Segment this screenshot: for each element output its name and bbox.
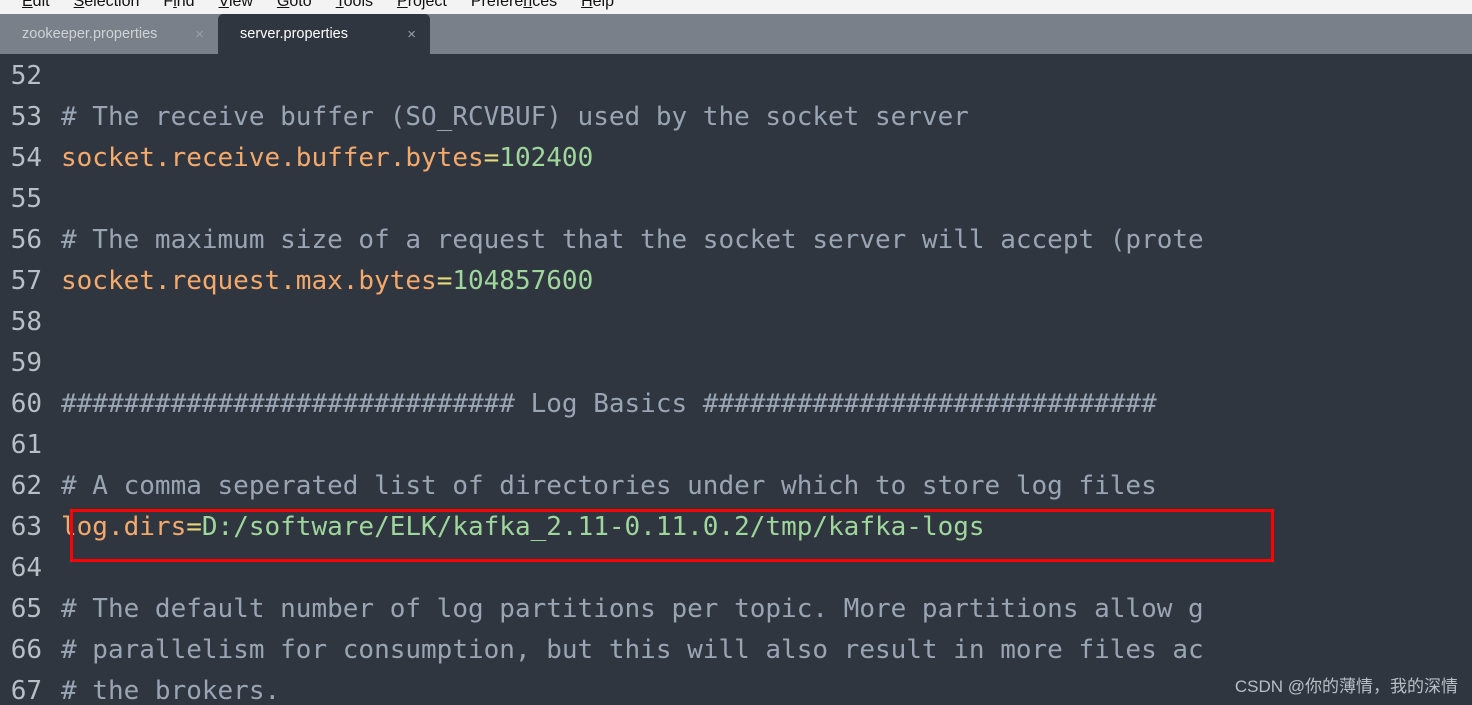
code-lines-container[interactable]: 52 53 # The receive buffer (SO_RCVBUF) use… — [0, 56, 1472, 705]
line-number: 52 — [10, 61, 42, 91]
code-line-text[interactable] — [48, 179, 1472, 220]
menu-item-preferences[interactable]: Preferences — [459, 0, 569, 14]
line-number: 60 — [10, 389, 42, 419]
code-comment: # parallelism for consumption, but this … — [61, 635, 1204, 665]
line-number: 56 — [10, 225, 42, 255]
code-line-text[interactable]: # The default number of log partitions p… — [48, 589, 1472, 630]
menu-item-tools[interactable]: Tools — [324, 0, 385, 14]
watermark-text: CSDN @你的薄情，我的深情 — [1234, 677, 1458, 696]
menu-item-edit[interactable]: Edit — [10, 0, 62, 14]
menu-bar-items: Edit Selection Find View Goto Tools Project Pre… — [0, 0, 626, 14]
line-number: 53 — [10, 102, 42, 132]
code-line-55[interactable]: 55 — [0, 179, 1472, 220]
code-line-text[interactable] — [48, 425, 1472, 466]
code-line-54[interactable]: 54 socket.receive.buffer.bytes=102400 — [0, 138, 1472, 179]
code-comment: # The maximum size of a request that the… — [61, 225, 1204, 255]
menu-item-goto[interactable]: Goto — [265, 0, 324, 14]
menu-item-view[interactable]: View — [207, 0, 265, 14]
code-editor[interactable]: 52 53 # The receive buffer (SO_RCVBUF) use… — [0, 54, 1472, 705]
tab-close-icon[interactable]: × — [195, 27, 204, 42]
code-line-60[interactable]: 60 ############################# Log Basi… — [0, 384, 1472, 425]
menu-item-help[interactable]: Help — [569, 0, 626, 14]
code-comment: # The default number of log partitions p… — [61, 594, 1204, 624]
line-number: 61 — [10, 430, 42, 460]
code-property-key: socket.request.max.bytes — [61, 266, 437, 296]
code-property-key: socket.receive.buffer.bytes — [61, 143, 484, 173]
line-number: 65 — [10, 594, 42, 624]
menu-bar: Edit Selection Find View Goto Tools Project Pre… — [0, 0, 1472, 14]
menu-item-project[interactable]: Project — [385, 0, 459, 14]
tab-server-properties[interactable]: server.properties × — [218, 14, 430, 54]
code-line-text[interactable]: socket.receive.buffer.bytes=102400 — [48, 138, 1472, 179]
code-comment: # A comma seperated list of directories … — [61, 471, 1157, 501]
code-comment: # the brokers. — [61, 676, 281, 705]
code-line-61[interactable]: 61 — [0, 425, 1472, 466]
code-equals-sign: = — [186, 512, 202, 542]
code-line-text[interactable]: socket.request.max.bytes=104857600 — [48, 261, 1472, 302]
tab-zookeeper-properties[interactable]: zookeeper.properties × — [0, 14, 218, 54]
line-number: 64 — [10, 553, 42, 583]
code-line-62[interactable]: 62 # A comma seperated list of directorie… — [0, 466, 1472, 507]
code-property-value: 102400 — [499, 143, 594, 173]
code-line-59[interactable]: 59 — [0, 343, 1472, 384]
line-number: 67 — [10, 676, 42, 705]
code-line-63[interactable]: 63 log.dirs=D:/software/ELK/kafka_2.11-0.… — [0, 507, 1472, 548]
code-equals-sign: = — [483, 143, 500, 173]
code-line-text[interactable]: # The maximum size of a request that the… — [48, 220, 1472, 261]
tab-bar: zookeeper.properties × server.properties… — [0, 14, 1472, 54]
code-line-text[interactable]: ############################# Log Basics… — [48, 384, 1472, 425]
menu-item-selection[interactable]: Selection — [62, 0, 152, 14]
code-line-56[interactable]: 56 # The maximum size of a request that t… — [0, 220, 1472, 261]
code-line-58[interactable]: 58 — [0, 302, 1472, 343]
tab-label: server.properties — [240, 26, 348, 42]
line-number: 54 — [10, 143, 42, 173]
code-line-text[interactable]: # parallelism for consumption, but this … — [48, 630, 1472, 671]
code-line-text[interactable]: log.dirs=D:/software/ELK/kafka_2.11-0.11… — [48, 507, 1472, 548]
code-property-key: log.dirs — [61, 512, 187, 542]
line-number: 63 — [10, 512, 42, 542]
code-line-text[interactable] — [48, 548, 1472, 589]
line-number: 55 — [10, 184, 42, 214]
line-number: 57 — [10, 266, 42, 296]
code-line-text[interactable] — [48, 343, 1472, 384]
tab-close-icon[interactable]: × — [407, 27, 416, 42]
code-line-52[interactable]: 52 — [0, 56, 1472, 97]
code-comment: ############################# Log Basics… — [61, 389, 1157, 419]
line-number: 62 — [10, 471, 42, 501]
line-number: 59 — [10, 348, 42, 378]
code-line-text[interactable]: # The receive buffer (SO_RCVBUF) used by… — [48, 97, 1472, 138]
code-line-text[interactable] — [48, 302, 1472, 343]
code-line-53[interactable]: 53 # The receive buffer (SO_RCVBUF) used … — [0, 97, 1472, 138]
line-number: 58 — [10, 307, 42, 337]
code-equals-sign: = — [436, 266, 453, 296]
code-line-65[interactable]: 65 # The default number of log partitions… — [0, 589, 1472, 630]
code-line-text[interactable] — [48, 56, 1472, 97]
code-line-57[interactable]: 57 socket.request.max.bytes=104857600 — [0, 261, 1472, 302]
code-property-value: 104857600 — [452, 266, 594, 296]
menu-item-find[interactable]: Find — [151, 0, 206, 14]
code-comment: # The receive buffer (SO_RCVBUF) used by… — [61, 102, 969, 132]
code-line-text[interactable]: # A comma seperated list of directories … — [48, 466, 1472, 507]
tab-label: zookeeper.properties — [22, 26, 158, 42]
line-number: 66 — [10, 635, 42, 665]
code-line-66[interactable]: 66 # parallelism for consumption, but thi… — [0, 630, 1472, 671]
code-property-value: D:/software/ELK/kafka_2.11-0.11.0.2/tmp/… — [201, 512, 985, 542]
code-line-64[interactable]: 64 — [0, 548, 1472, 589]
